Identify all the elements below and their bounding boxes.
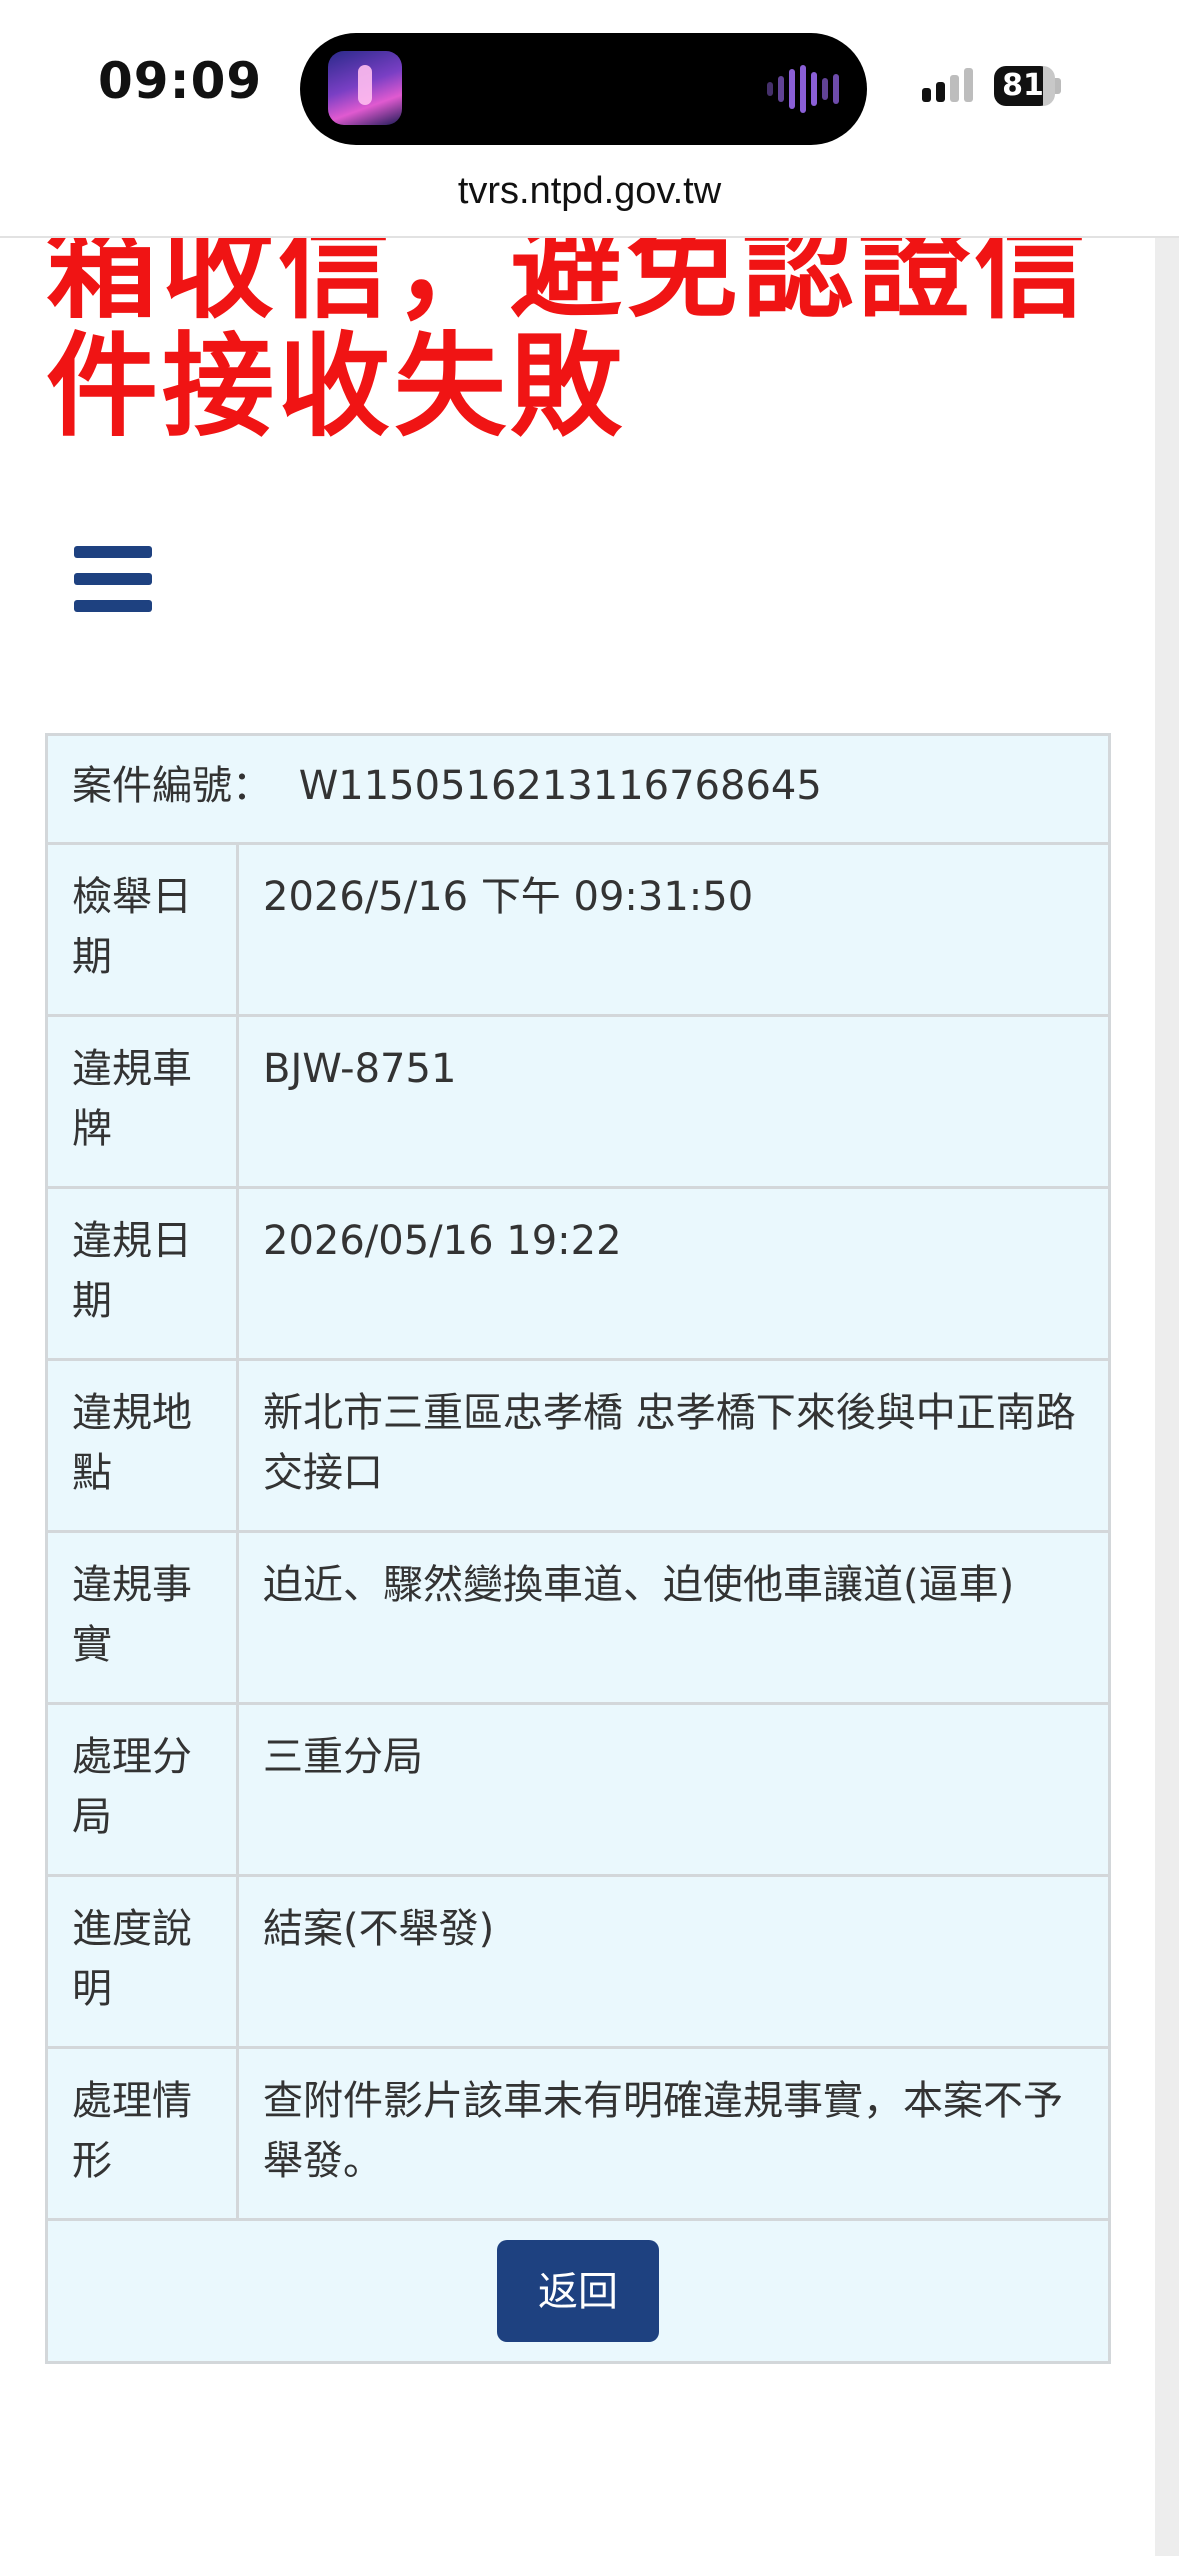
table-row: 處理情形 查附件影片該車未有明確違規事實，本案不予舉發。 — [45, 2046, 1111, 2221]
hamburger-menu-icon[interactable] — [74, 546, 152, 612]
status-bar: 09:09 81 tvrs.ntpd.gov.tw — [0, 0, 1179, 238]
violation-fact-label: 違規事實 — [45, 1530, 239, 1705]
url-label[interactable]: tvrs.ntpd.gov.tw — [0, 170, 1179, 213]
violation-location-label: 違規地點 — [45, 1358, 239, 1533]
page-scrollbar[interactable] — [1155, 238, 1179, 2556]
table-row: 進度說明 結案(不舉發) — [45, 1874, 1111, 2049]
table-row: 檢舉日期 2026/5/16 下午 09:31:50 — [45, 842, 1111, 1017]
case-details-table: 案件編號： W1150516213116768645 檢舉日期 2026/5/1… — [45, 733, 1111, 2364]
table-row: 違規日期 2026/05/16 19:22 — [45, 1186, 1111, 1361]
audio-waveform-icon — [767, 65, 839, 113]
case-number-cell: 案件編號： W1150516213116768645 — [45, 733, 1111, 845]
plate-label: 違規車牌 — [45, 1014, 239, 1189]
table-row: 違規事實 迫近、驟然變換車道、迫使他車讓道(逼車) — [45, 1530, 1111, 1705]
violation-date-label: 違規日期 — [45, 1186, 239, 1361]
page-content[interactable]: 箱收信，避免認證信 件接收失敗 案件編號： W11505162131167686… — [0, 238, 1155, 2556]
status-time: 09:09 — [98, 52, 263, 110]
precinct-value: 三重分局 — [236, 1702, 1111, 1877]
handling-value: 查附件影片該車未有明確違規事實，本案不予舉發。 — [236, 2046, 1111, 2221]
back-button[interactable]: 返回 — [497, 2240, 659, 2342]
violation-location-value: 新北市三重區忠孝橋 忠孝橋下來後與中正南路交接口 — [236, 1358, 1111, 1533]
cellular-signal-icon — [922, 68, 973, 102]
case-number-row: 案件編號： W1150516213116768645 — [45, 733, 1111, 845]
table-row: 違規地點 新北市三重區忠孝橋 忠孝橋下來後與中正南路交接口 — [45, 1358, 1111, 1533]
violation-date-value: 2026/05/16 19:22 — [236, 1186, 1111, 1361]
table-row: 處理分局 三重分局 — [45, 1702, 1111, 1877]
progress-label: 進度說明 — [45, 1874, 239, 2049]
report-date-label: 檢舉日期 — [45, 842, 239, 1017]
plate-value: BJW-8751 — [236, 1014, 1111, 1189]
action-row: 返回 — [45, 2218, 1111, 2364]
table-row: 違規車牌 BJW-8751 — [45, 1014, 1111, 1189]
report-date-value: 2026/5/16 下午 09:31:50 — [236, 842, 1111, 1017]
dynamic-island[interactable] — [300, 33, 867, 145]
battery-remaining-icon — [1043, 66, 1055, 106]
battery-cap-icon — [1055, 78, 1061, 94]
action-cell: 返回 — [45, 2218, 1111, 2364]
progress-value: 結案(不舉發) — [236, 1874, 1111, 2049]
notice-line-2: 件接收失敗 — [46, 322, 626, 452]
case-number-value: W1150516213116768645 — [298, 763, 822, 809]
now-playing-artwork-icon[interactable] — [328, 51, 402, 125]
violation-fact-value: 迫近、驟然變換車道、迫使他車讓道(逼車) — [236, 1530, 1111, 1705]
handling-label: 處理情形 — [45, 2046, 239, 2221]
case-number-label: 案件編號： — [72, 763, 272, 809]
notice-line-1: 箱收信，避免認證信 — [46, 238, 1090, 334]
precinct-label: 處理分局 — [45, 1702, 239, 1877]
notice-heading: 箱收信，避免認證信 件接收失敗 — [46, 238, 1126, 446]
